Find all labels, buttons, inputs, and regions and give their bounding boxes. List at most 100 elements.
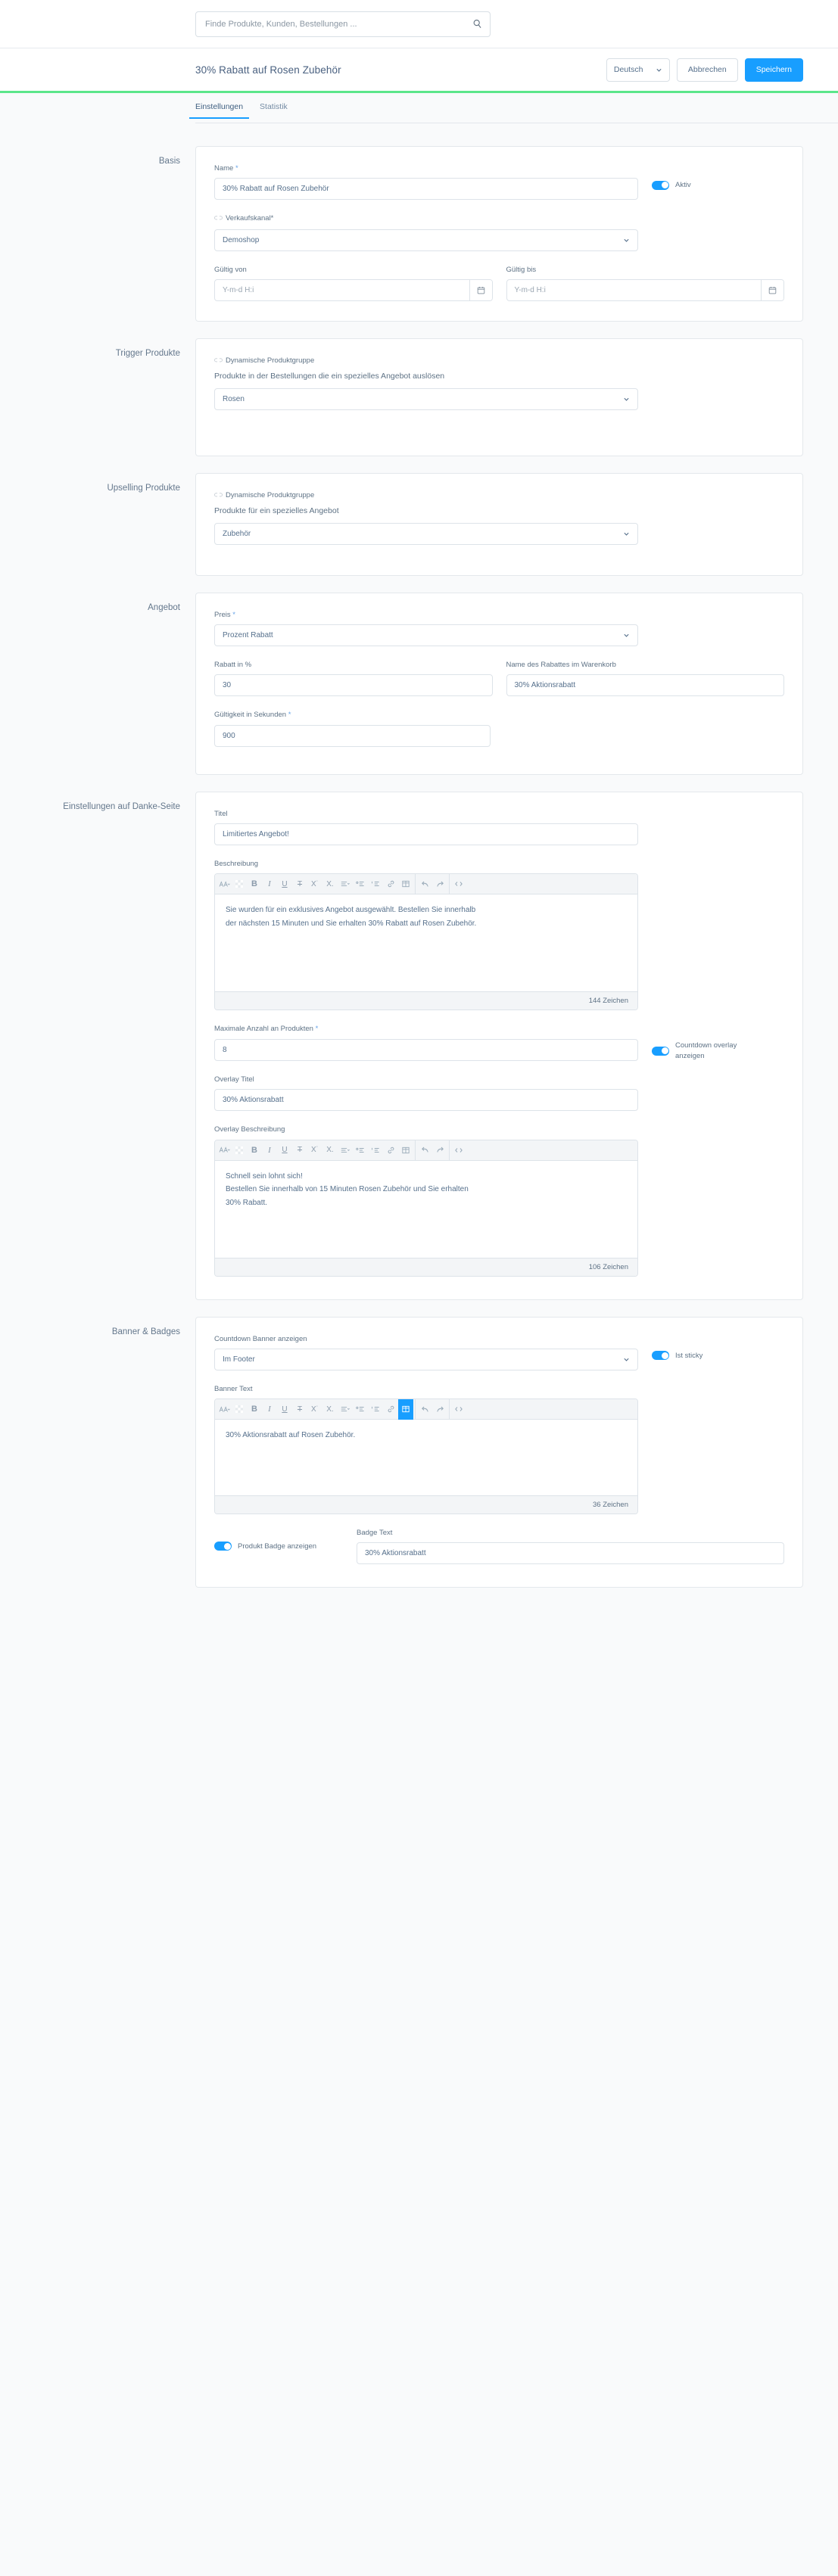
sticky-toggle[interactable] [652,1351,669,1361]
inheritance-icon[interactable] [214,491,223,501]
active-toggle[interactable] [652,180,669,190]
countdown-banner-select[interactable]: Im Footer [214,1348,638,1370]
source-code-icon[interactable] [451,1140,466,1161]
superscript-icon[interactable]: X˙ [307,1140,322,1161]
strikethrough-icon[interactable]: T [292,1399,307,1420]
inheritance-icon[interactable] [214,356,223,366]
align-icon[interactable] [338,1140,353,1161]
badge-text-label: Badge Text [357,1529,393,1538]
strikethrough-icon[interactable]: T [292,874,307,894]
overlay-titel-label: Overlay Titel [214,1075,254,1084]
language-select[interactable]: Deutsch [606,58,670,82]
undo-icon[interactable] [417,1140,432,1161]
undo-icon[interactable] [417,874,432,894]
overlay-beschreibung-field: Overlay Beschreibung B I U T X˙ X. Schne… [214,1125,638,1277]
badge-text-input[interactable]: 30% Aktionsrabatt [357,1542,784,1565]
strikethrough-icon[interactable]: T [292,1140,307,1161]
beschreibung-editor-body[interactable]: Sie wurden für ein exklusives Angebot au… [215,894,637,991]
overlay-beschreibung-editor[interactable]: B I U T X˙ X. Schnell sein lohnt sich! B… [214,1139,638,1277]
font-format-icon[interactable] [217,1140,232,1161]
tab-statistik[interactable]: Statistik [260,102,288,119]
countdown-banner-group: Countdown Banner anzeigen Im Footer Ist … [214,1334,784,1370]
bullet-list-icon[interactable] [353,1140,368,1161]
undo-icon[interactable] [417,1399,432,1420]
subscript-icon[interactable]: X. [322,1399,338,1420]
bullet-list-icon[interactable] [353,1399,368,1420]
table-icon[interactable] [398,874,413,894]
valid-from-input[interactable]: Y-m-d H:i [214,278,493,301]
product-badge-toggle[interactable] [214,1542,232,1551]
banner-text-char-counter: 36 Zeichen [215,1495,637,1514]
bullet-list-icon[interactable] [353,874,368,894]
search-box[interactable] [195,11,491,37]
text-color-icon[interactable] [232,1140,247,1161]
beschreibung-editor[interactable]: B I U T X˙ X. Sie wurden für ein exklusi… [214,873,638,1011]
banner-text-editor-body[interactable]: 30% Aktionsrabatt auf Rosen Zubehör. [215,1420,637,1495]
bold-icon[interactable]: B [247,1140,262,1161]
titel-input[interactable]: Limitiertes Angebot! [214,823,638,846]
redo-icon[interactable] [432,1140,447,1161]
underline-icon[interactable]: U [277,1140,292,1161]
toggle-knob [661,1047,668,1055]
redo-icon[interactable] [432,1399,447,1420]
search-input[interactable] [205,19,472,29]
inheritance-icon[interactable] [214,214,223,224]
align-icon[interactable] [338,1399,353,1420]
table-icon[interactable] [398,1399,413,1420]
bold-icon[interactable]: B [247,874,262,894]
banner-text-editor[interactable]: B I U T X˙ X. 30% Aktionsrabatt auf Rose… [214,1398,638,1515]
underline-icon[interactable]: U [277,1399,292,1420]
source-code-icon[interactable] [451,874,466,894]
valid-to-input[interactable]: Y-m-d H:i [506,278,784,301]
align-icon[interactable] [338,874,353,894]
max-products-input[interactable]: 8 [214,1038,638,1061]
validity-seconds-input[interactable]: 900 [214,724,491,747]
countdown-overlay-toggle[interactable] [652,1046,669,1056]
price-select[interactable]: Prozent Rabatt [214,624,638,647]
link-icon[interactable] [383,1140,398,1161]
calendar-icon[interactable] [761,279,783,300]
redo-icon[interactable] [432,874,447,894]
text-color-icon[interactable] [232,1399,247,1420]
cancel-button[interactable]: Abbrechen [676,58,738,82]
discount-input[interactable]: 30 [214,674,493,697]
cart-discount-name-input[interactable]: 30% Aktionsrabatt [506,674,784,697]
italic-icon[interactable]: I [262,1399,277,1420]
numbered-list-icon[interactable] [368,1399,383,1420]
active-toggle-label: Aktiv [675,181,691,189]
trigger-card: Dynamische Produktgruppe Produkte in der… [195,338,803,456]
titel-label: Titel [214,809,228,818]
underline-icon[interactable]: U [277,874,292,894]
sales-channel-select[interactable]: Demoshop [214,229,638,251]
tab-einstellungen[interactable]: Einstellungen [188,102,250,119]
text-color-icon[interactable] [232,874,247,894]
discount-label: Rabatt in % [214,661,252,670]
save-button[interactable]: Speichern [744,58,803,82]
subscript-icon[interactable]: X. [322,874,338,894]
font-format-icon[interactable] [217,874,232,894]
page-title: 30% Rabatt auf Rosen Zubehör [195,64,341,76]
italic-icon[interactable]: I [262,874,277,894]
trigger-product-select[interactable]: Rosen [214,387,638,410]
countdown-overlay-label: Countdown overlay anzeigen [675,1041,737,1060]
overlay-beschreibung-editor-body[interactable]: Schnell sein lohnt sich! Bestellen Sie i… [215,1161,637,1258]
superscript-icon[interactable]: X˙ [307,874,322,894]
link-icon[interactable] [383,874,398,894]
subscript-icon[interactable]: X. [322,1140,338,1161]
link-icon[interactable] [383,1399,398,1420]
overlay-titel-input[interactable]: 30% Aktionsrabatt [214,1089,638,1112]
bold-icon[interactable]: B [247,1399,262,1420]
upselling-product-select[interactable]: Zubehör [214,522,638,545]
calendar-icon[interactable] [469,279,492,300]
source-code-icon[interactable] [451,1399,466,1420]
superscript-icon[interactable]: X˙ [307,1399,322,1420]
search-icon[interactable] [472,19,482,29]
numbered-list-icon[interactable] [368,1140,383,1161]
name-input[interactable]: 30% Rabatt auf Rosen Zubehör [214,178,638,201]
toolbar-separator [449,1140,450,1161]
font-format-icon[interactable] [217,1399,232,1420]
upselling-inherit-label: Dynamische Produktgruppe [214,490,638,501]
numbered-list-icon[interactable] [368,874,383,894]
italic-icon[interactable]: I [262,1140,277,1161]
table-icon[interactable] [398,1140,413,1161]
